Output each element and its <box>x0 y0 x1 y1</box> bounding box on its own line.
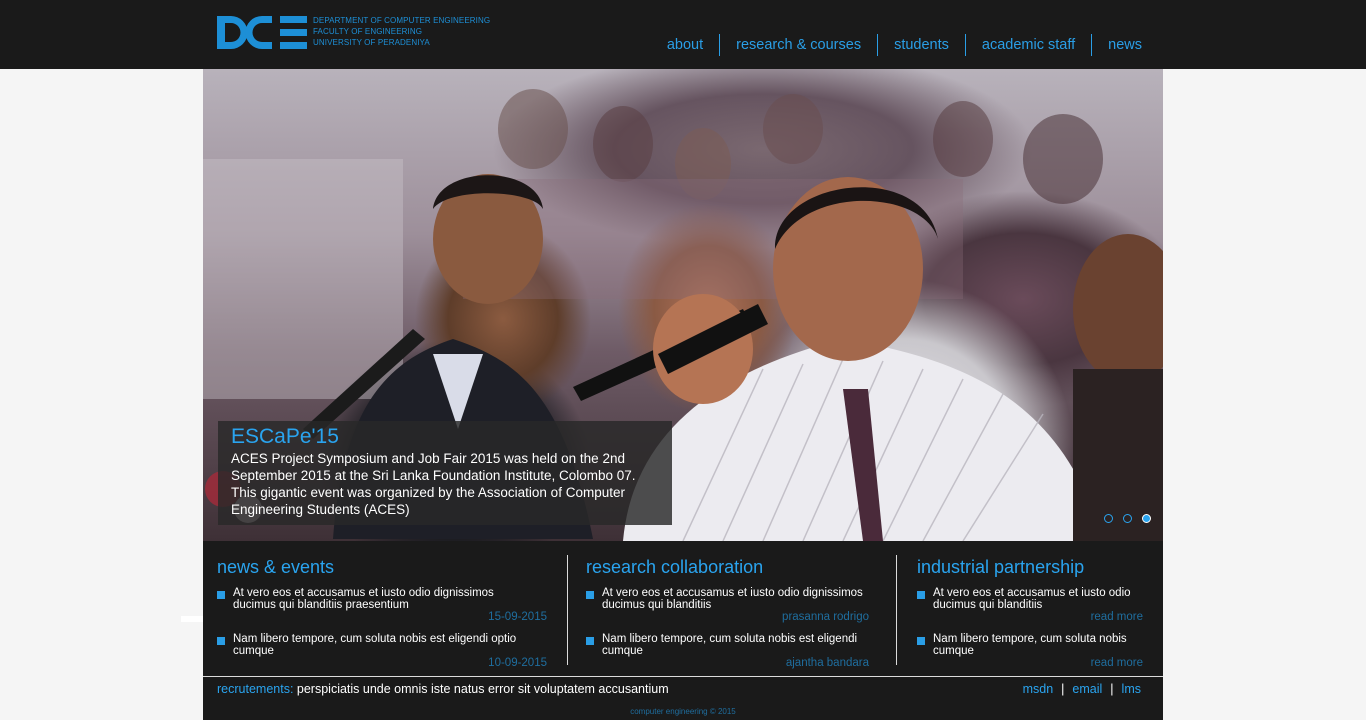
hero-caption: ESCaPe'15 ACES Project Symposium and Job… <box>218 421 672 525</box>
industry-item-text[interactable]: At vero eos et accusamus et iusto odio d… <box>933 587 1148 611</box>
list-item[interactable]: At vero eos et accusamus et iusto odio d… <box>917 587 1143 627</box>
news-item-date: 15-09-2015 <box>488 611 547 623</box>
list-item[interactable]: Nam libero tempore, cum soluta nobis cum… <box>917 633 1143 673</box>
msdn-link[interactable]: msdn <box>1023 682 1054 696</box>
read-more-link[interactable]: read more <box>1091 657 1143 669</box>
industrial-partnership-heading[interactable]: industrial partnership <box>917 555 1143 579</box>
link-separator: | <box>1061 682 1065 696</box>
nav-students[interactable]: students <box>877 34 965 56</box>
nav-about[interactable]: about <box>651 34 719 56</box>
nav-academic-staff[interactable]: academic staff <box>964 34 1091 56</box>
logo-line-1: DEPARTMENT OF COMPUTER ENGINEERING <box>313 16 491 25</box>
link-separator: | <box>1110 682 1114 696</box>
email-link[interactable]: email <box>1072 682 1102 696</box>
research-item-author[interactable]: ajantha bandara <box>786 657 869 669</box>
lms-link[interactable]: lms <box>1122 682 1141 696</box>
read-more-link[interactable]: read more <box>1091 611 1143 623</box>
research-item-author[interactable]: prasanna rodrigo <box>782 611 869 623</box>
hero-description: ACES Project Symposium and Job Fair 2015… <box>231 451 636 517</box>
bullet-icon <box>217 637 225 645</box>
recruitments-text: perspiciatis unde omnis iste natus error… <box>296 682 669 696</box>
dce-logo-text: DEPARTMENT OF COMPUTER ENGINEERING FACUL… <box>313 15 490 48</box>
research-item-text[interactable]: At vero eos et accusamus et iusto odio d… <box>602 587 877 611</box>
slider-dot-3[interactable] <box>1142 514 1151 523</box>
hero-title[interactable]: ESCaPe'15 <box>231 425 339 449</box>
news-item-text[interactable]: At vero eos et accusamus et iusto odio d… <box>233 587 523 611</box>
slider-dot-1[interactable] <box>1104 514 1113 523</box>
dce-logo-mark-icon <box>217 14 307 51</box>
logo-line-3: UNIVERSITY OF PERADENIYA <box>313 38 430 47</box>
industrial-partnership-section: industrial partnership At vero eos et ac… <box>917 555 1143 669</box>
footer-links: msdn | email | lms <box>1023 682 1141 696</box>
list-item[interactable]: At vero eos et accusamus et iusto odio d… <box>217 587 547 627</box>
news-events-section: news & events At vero eos et accusamus e… <box>217 555 547 669</box>
side-tab-marker <box>181 616 203 622</box>
news-events-heading[interactable]: news & events <box>217 555 547 579</box>
research-item-text[interactable]: Nam libero tempore, cum soluta nobis est… <box>602 633 877 657</box>
header-bar: DEPARTMENT OF COMPUTER ENGINEERING FACUL… <box>0 0 1366 69</box>
bullet-icon <box>917 591 925 599</box>
slider-dot-2[interactable] <box>1123 514 1132 523</box>
section-divider <box>896 555 897 665</box>
copyright: computer engineering © 2015 <box>630 707 736 716</box>
nav-news[interactable]: news <box>1091 34 1142 56</box>
bullet-icon <box>586 637 594 645</box>
bullet-icon <box>917 637 925 645</box>
industry-item-text[interactable]: Nam libero tempore, cum soluta nobis cum… <box>933 633 1148 657</box>
lower-panel: news & events At vero eos et accusamus e… <box>203 541 1163 720</box>
list-item[interactable]: Nam libero tempore, cum soluta nobis est… <box>586 633 869 673</box>
dce-logo[interactable]: DEPARTMENT OF COMPUTER ENGINEERING FACUL… <box>217 14 490 54</box>
footer-divider <box>203 676 1163 677</box>
bullet-icon <box>217 591 225 599</box>
research-collaboration-heading[interactable]: research collaboration <box>586 555 869 579</box>
recruitments-bar: recrutements: perspiciatis unde omnis is… <box>217 682 669 696</box>
list-item[interactable]: Nam libero tempore, cum soluta nobis est… <box>217 633 547 673</box>
list-item[interactable]: At vero eos et accusamus et iusto odio d… <box>586 587 869 627</box>
logo-line-2: FACULTY OF ENGINEERING <box>313 27 423 36</box>
slider-pagination <box>1104 514 1151 523</box>
section-divider <box>567 555 568 665</box>
news-item-date: 10-09-2015 <box>488 657 547 669</box>
bullet-icon <box>586 591 594 599</box>
hero-slider[interactable]: ESCaPe'15 ACES Project Symposium and Job… <box>203 69 1163 541</box>
nav-research-courses[interactable]: research & courses <box>719 34 877 56</box>
main-nav: about research & courses students academ… <box>651 34 1142 56</box>
research-collaboration-section: research collaboration At vero eos et ac… <box>586 555 869 669</box>
recruitments-label[interactable]: recrutements: <box>217 682 293 696</box>
news-item-text[interactable]: Nam libero tempore, cum soluta nobis est… <box>233 633 523 657</box>
